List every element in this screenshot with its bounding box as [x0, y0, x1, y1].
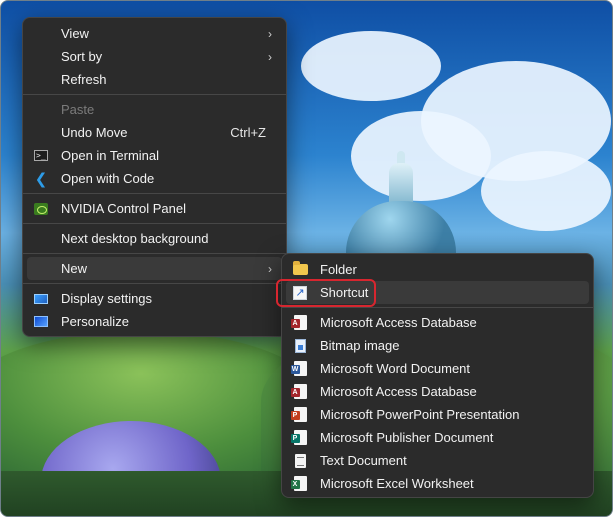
menu-separator — [23, 94, 286, 95]
menu-item-label: Microsoft Publisher Document — [320, 430, 494, 445]
menu-item-label: Microsoft Access Database — [320, 384, 477, 399]
menu-item-label: Microsoft PowerPoint Presentation — [320, 407, 520, 422]
menu-item-sort-by[interactable]: Sort by › — [27, 45, 282, 68]
personalize-icon — [33, 314, 49, 330]
menu-item-paste: Paste — [27, 98, 282, 121]
new-item-text-document[interactable]: Text Document — [286, 449, 589, 472]
menu-item-nvidia-control-panel[interactable]: NVIDIA Control Panel — [27, 197, 282, 220]
new-item-excel-worksheet[interactable]: X Microsoft Excel Worksheet — [286, 472, 589, 495]
menu-item-label: Folder — [320, 262, 357, 277]
menu-item-personalize[interactable]: Personalize — [27, 310, 282, 333]
menu-item-label: Sort by — [61, 49, 103, 64]
menu-item-label: View — [61, 26, 89, 41]
menu-item-label: NVIDIA Control Panel — [61, 201, 187, 216]
chevron-right-icon: › — [268, 49, 272, 64]
menu-item-label: Text Document — [320, 453, 407, 468]
menu-item-label: Microsoft Excel Worksheet — [320, 476, 474, 491]
publisher-icon: P — [290, 430, 308, 446]
menu-separator — [23, 223, 286, 224]
desktop[interactable]: View › Sort by › Refresh Paste Undo Move… — [0, 0, 613, 517]
menu-item-label: Display settings — [61, 291, 153, 306]
menu-item-refresh[interactable]: Refresh — [27, 68, 282, 91]
desktop-context-menu: View › Sort by › Refresh Paste Undo Move… — [22, 17, 287, 337]
powerpoint-icon: P — [290, 407, 308, 423]
menu-item-label: Microsoft Access Database — [320, 315, 477, 330]
menu-item-label: Next desktop background — [61, 231, 209, 246]
menu-item-open-with-code[interactable]: ❮ Open with Code — [27, 167, 282, 190]
menu-item-label: Open with Code — [61, 171, 155, 186]
new-item-word-document[interactable]: W Microsoft Word Document — [286, 357, 589, 380]
blank-icon — [33, 231, 49, 247]
wallpaper-cloud — [301, 31, 441, 101]
shortcut-icon: ↗ — [292, 285, 308, 301]
display-icon — [33, 291, 49, 307]
menu-separator — [23, 253, 286, 254]
menu-separator — [23, 193, 286, 194]
menu-item-view[interactable]: View › — [27, 22, 282, 45]
terminal-icon: >_ — [33, 148, 49, 164]
menu-separator — [23, 283, 286, 284]
menu-item-label: Microsoft Word Document — [320, 361, 471, 376]
text-document-icon — [292, 453, 308, 469]
menu-item-next-desktop-background[interactable]: Next desktop background — [27, 227, 282, 250]
menu-item-label: Shortcut — [320, 285, 369, 300]
nvidia-icon — [33, 201, 49, 217]
word-icon: W — [290, 361, 308, 377]
access-icon: A — [290, 315, 308, 331]
wallpaper-cloud — [481, 151, 611, 231]
menu-item-label: New — [61, 261, 88, 276]
menu-item-label: Open in Terminal — [61, 148, 160, 163]
blank-icon — [33, 26, 49, 42]
blank-icon — [33, 102, 49, 118]
chevron-right-icon: › — [268, 26, 272, 41]
menu-item-label: Paste — [61, 102, 95, 117]
menu-item-open-in-terminal[interactable]: >_ Open in Terminal — [27, 144, 282, 167]
excel-icon: X — [290, 476, 308, 492]
new-item-bitmap-image[interactable]: Bitmap image — [286, 334, 589, 357]
new-item-access-database[interactable]: A Microsoft Access Database — [286, 311, 589, 334]
blank-icon — [33, 261, 49, 277]
bitmap-icon — [292, 338, 308, 354]
menu-item-undo-move[interactable]: Undo Move Ctrl+Z — [27, 121, 282, 144]
new-item-publisher-document[interactable]: P Microsoft Publisher Document — [286, 426, 589, 449]
new-item-powerpoint-presentation[interactable]: P Microsoft PowerPoint Presentation — [286, 403, 589, 426]
menu-separator — [282, 307, 593, 308]
menu-item-label: Bitmap image — [320, 338, 400, 353]
menu-item-label: Personalize — [61, 314, 129, 329]
new-item-access-database[interactable]: A Microsoft Access Database — [286, 380, 589, 403]
wallpaper-dome — [346, 201, 456, 261]
access-icon: A — [290, 384, 308, 400]
chevron-right-icon: › — [268, 261, 272, 276]
menu-item-display-settings[interactable]: Display settings — [27, 287, 282, 310]
menu-item-new[interactable]: New › — [27, 257, 282, 280]
blank-icon — [33, 125, 49, 141]
new-submenu: Folder ↗ Shortcut A Microsoft Access Dat… — [281, 253, 594, 498]
wallpaper-cloud — [351, 111, 491, 201]
menu-item-label: Undo Move — [61, 125, 128, 140]
folder-icon — [292, 261, 308, 278]
menu-item-label: Refresh — [61, 72, 107, 87]
blank-icon — [33, 72, 49, 88]
vscode-icon: ❮ — [34, 170, 48, 188]
new-item-folder[interactable]: Folder — [286, 258, 589, 281]
menu-item-shortcut: Ctrl+Z — [230, 125, 266, 140]
new-item-shortcut[interactable]: ↗ Shortcut — [286, 281, 589, 304]
blank-icon — [33, 49, 49, 65]
